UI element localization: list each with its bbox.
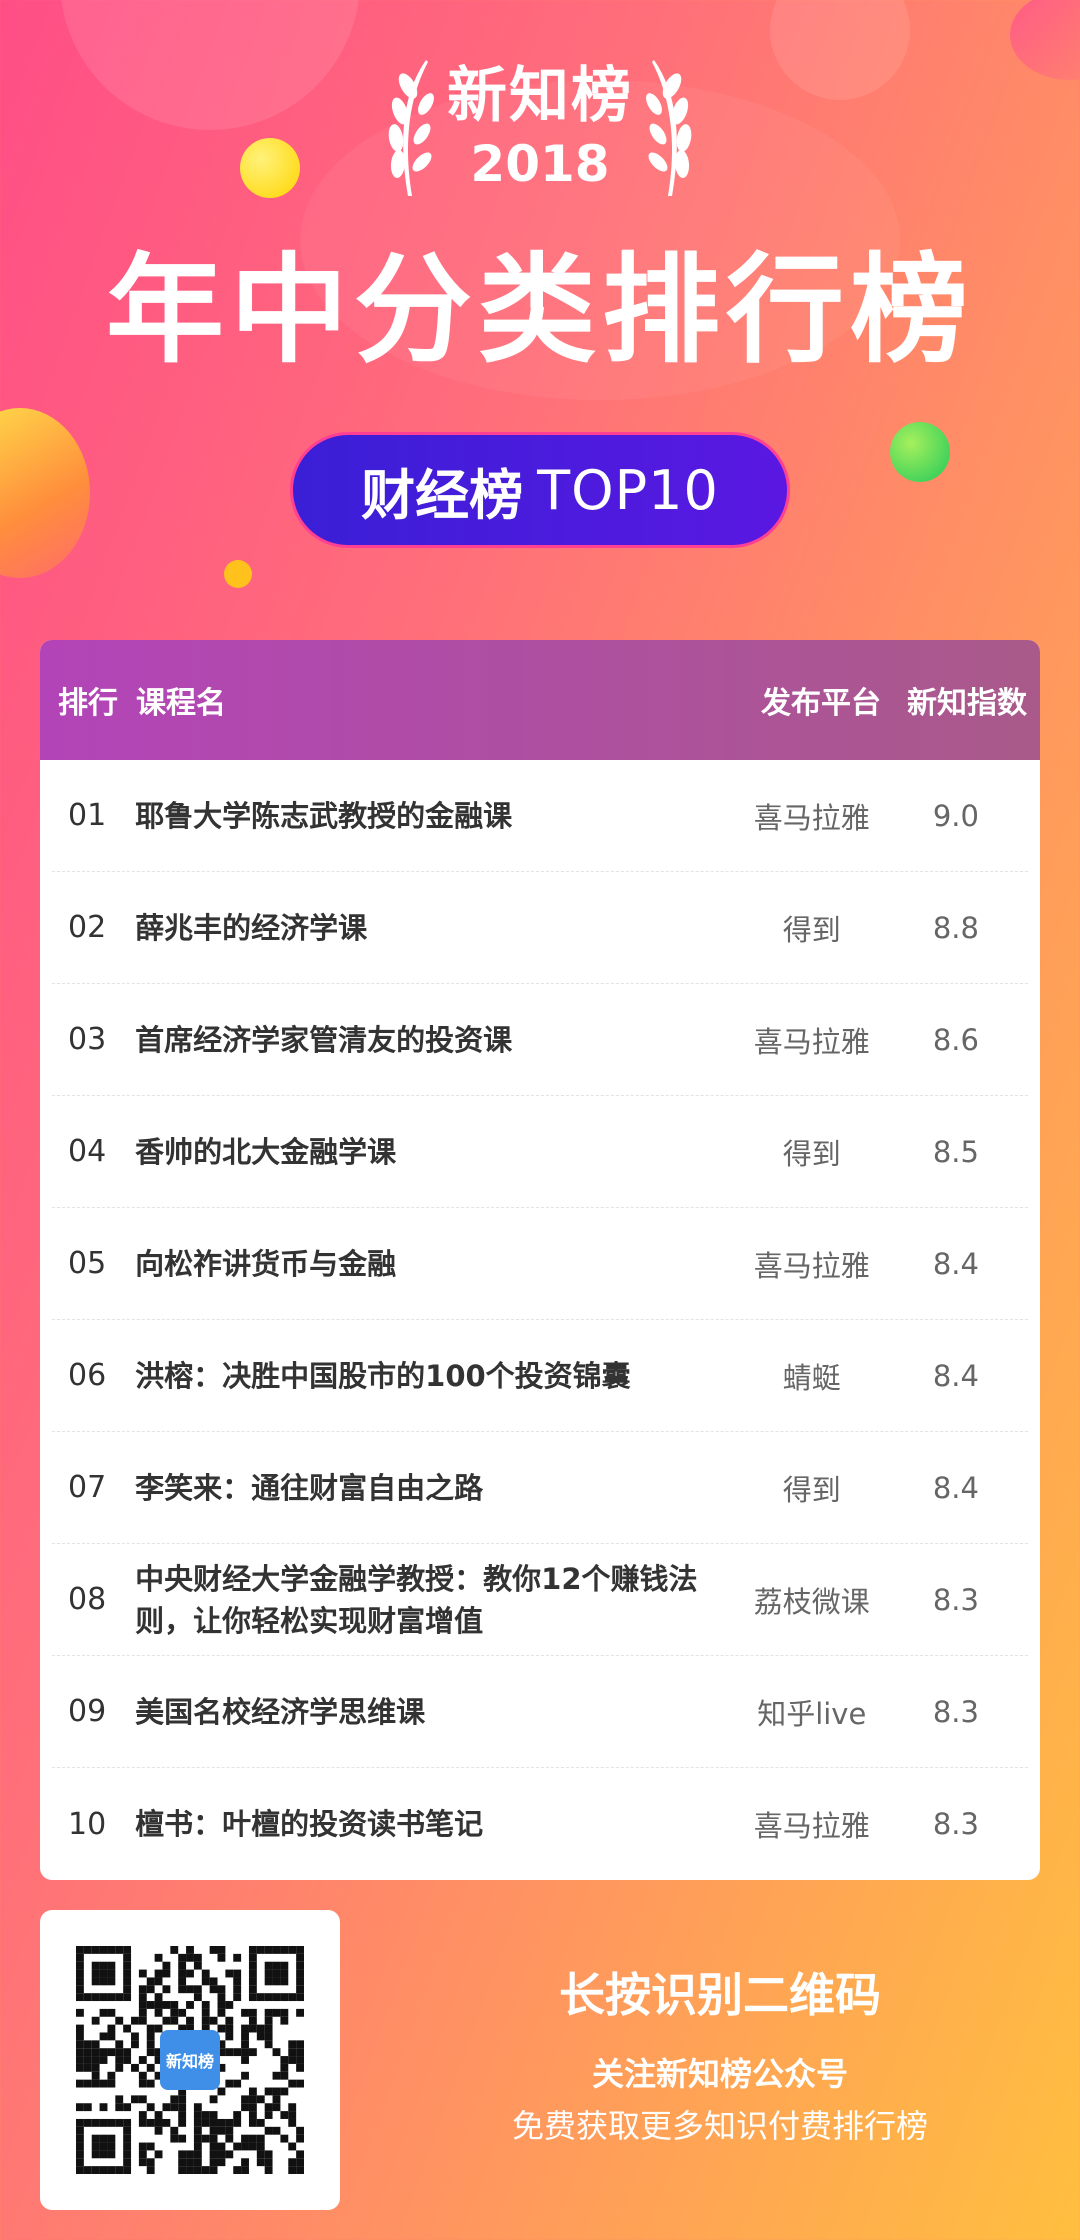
row-rank: 06 — [68, 1358, 107, 1393]
row-score: 8.5 — [932, 1134, 979, 1169]
header-name: 课程名 — [136, 686, 226, 721]
row-platform: 喜马拉雅 — [753, 1809, 870, 1843]
row-score: 8.3 — [932, 1694, 979, 1729]
row-platform: 喜马拉雅 — [753, 1248, 870, 1283]
table-row: 07 李笑来：通往财富自由之路 得到 8.4 — [52, 1432, 1028, 1544]
brand-block: 新知榜 2018 — [0, 60, 1080, 196]
row-score: 9.0 — [932, 798, 979, 833]
table-body: 01 耶鲁大学陈志武教授的金融课 喜马拉雅 9.0 02 薛兆丰的经济学课 得到… — [40, 760, 1040, 1880]
table-row: 02 薛兆丰的经济学课 得到 8.8 — [52, 872, 1028, 984]
row-platform: 得到 — [782, 1472, 841, 1507]
row-platform: 得到 — [782, 1136, 841, 1171]
row-course-name: 薛兆丰的经济学课 — [135, 910, 368, 945]
row-score: 8.3 — [932, 1582, 979, 1617]
green-ball — [890, 422, 950, 482]
call-to-action: 长按识别二维码 关注新知榜公众号 免费获取更多知识付费排行榜 — [440, 1960, 1000, 2152]
table-row: 05 向松祚讲货币与金融 喜马拉雅 8.4 — [52, 1208, 1028, 1320]
row-course-name: 李笑来：通往财富自由之路 — [135, 1470, 484, 1505]
header-rank: 排行 — [58, 686, 118, 721]
row-rank: 10 — [68, 1806, 107, 1842]
row-platform: 喜马拉雅 — [753, 1024, 870, 1059]
gradient-ball — [0, 408, 90, 578]
row-rank: 01 — [68, 798, 107, 833]
row-course-name: 首席经济学家管清友的投资课 — [135, 1022, 513, 1057]
row-rank: 04 — [68, 1134, 107, 1169]
row-rank: 09 — [68, 1694, 107, 1729]
cta-benefit-text: 免费获取更多知识付费排行榜 — [511, 2107, 928, 2145]
row-platform: 知乎live — [757, 1696, 867, 1731]
row-rank: 05 — [68, 1246, 107, 1281]
row-course-name: 向松祚讲货币与金融 — [135, 1246, 397, 1281]
table-row: 10 檀书：叶檀的投资读书笔记 喜马拉雅 8.3 — [52, 1768, 1028, 1880]
row-course-name: 洪榕：决胜中国股市的100个投资锦囊 — [135, 1358, 631, 1393]
ranking-table: 排行 课程名 发布平台 新知指数 01 耶鲁大学陈志武教授的金融课 喜马拉雅 9… — [40, 640, 1040, 1880]
header-platform: 发布平台 — [761, 686, 881, 721]
table-row: 09 美国名校经济学思维课 知乎live 8.3 — [52, 1656, 1028, 1768]
row-rank: 08 — [68, 1582, 107, 1617]
category-badge: 财经榜 TOP10 — [290, 432, 790, 548]
table-header: 排行 课程名 发布平台 新知指数 — [40, 640, 1040, 760]
row-course-name: 檀书：叶檀的投资读书笔记 — [135, 1807, 484, 1841]
row-score: 8.4 — [932, 1358, 979, 1393]
yellow-dot — [224, 560, 252, 588]
row-score: 8.4 — [932, 1470, 979, 1505]
row-rank: 03 — [68, 1022, 107, 1057]
row-course-name: 中央财经大学金融学教授：教你12个赚钱法则，让你轻松实现财富增值 — [135, 1561, 698, 1638]
qr-code-card[interactable]: 新知榜 — [40, 1910, 340, 2210]
row-score: 8.4 — [932, 1246, 979, 1281]
row-course-name: 香帅的北大金融学课 — [135, 1134, 397, 1169]
row-course-name: 耶鲁大学陈志武教授的金融课 — [135, 798, 513, 833]
table-row: 03 首席经济学家管清友的投资课 喜马拉雅 8.6 — [52, 984, 1028, 1096]
header-score: 新知指数 — [907, 686, 1027, 721]
row-rank: 07 — [68, 1470, 107, 1505]
category-name: 财经榜 — [361, 463, 524, 527]
row-rank: 02 — [68, 910, 107, 945]
table-row: 08 中央财经大学金融学教授：教你12个赚钱法则，让你轻松实现财富增值 荔枝微课… — [52, 1544, 1028, 1656]
row-score: 8.8 — [932, 910, 979, 945]
row-score: 8.6 — [932, 1022, 979, 1057]
cta-follow-text: 关注新知榜公众号 — [591, 2055, 848, 2093]
row-platform: 荔枝微课 — [753, 1584, 870, 1619]
category-suffix: TOP10 — [537, 458, 719, 522]
table-row: 06 洪榕：决胜中国股市的100个投资锦囊 蜻蜓 8.4 — [52, 1320, 1028, 1432]
table-row: 01 耶鲁大学陈志武教授的金融课 喜马拉雅 9.0 — [52, 760, 1028, 872]
cta-title: 长按识别二维码 — [559, 1968, 881, 2022]
row-score: 8.3 — [932, 1807, 979, 1841]
row-course-name: 美国名校经济学思维课 — [135, 1694, 426, 1729]
row-platform: 喜马拉雅 — [753, 800, 870, 835]
brand-year: 2018 — [470, 135, 610, 193]
brand-name: 新知榜 — [447, 61, 633, 131]
page-title: 年中分类排行榜 — [105, 241, 974, 379]
table-row: 04 香帅的北大金融学课 得到 8.5 — [52, 1096, 1028, 1208]
row-platform: 蜻蜓 — [782, 1360, 841, 1395]
qr-logo: 新知榜 — [160, 2030, 220, 2090]
row-platform: 得到 — [782, 912, 841, 947]
